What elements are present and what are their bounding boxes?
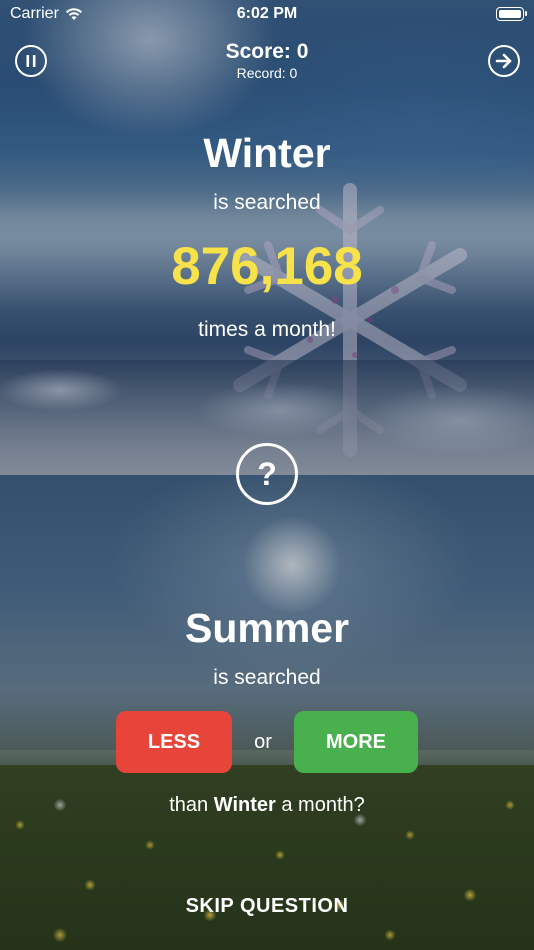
month-text: a month? — [281, 794, 365, 816]
known-searched-text: is searched — [213, 191, 321, 214]
known-term: Winter — [203, 130, 331, 176]
known-suffix: times a month! — [198, 318, 336, 341]
more-button-label: MORE — [326, 730, 386, 753]
status-bar: Carrier 6:02 PM — [0, 0, 534, 30]
compare-term: Winter — [213, 794, 276, 816]
question-mark: ? — [257, 455, 277, 492]
question-icon: ? — [236, 443, 298, 505]
next-button[interactable] — [488, 45, 520, 77]
less-button[interactable]: LESS — [116, 711, 232, 773]
battery-icon — [496, 7, 527, 21]
known-volume: 876,168 — [171, 237, 363, 296]
guess-term: Summer — [184, 605, 350, 651]
guess-searched-text: is searched — [213, 666, 321, 689]
skip-question-button[interactable]: SKIP QUESTION — [0, 895, 534, 918]
choice-row: LESS or MORE — [0, 711, 534, 773]
score-label: Score: 0 — [225, 40, 309, 63]
compare-line: than Winter a month? — [0, 794, 534, 817]
status-time: 6:02 PM — [236, 5, 298, 22]
record-label: Record: 0 — [236, 65, 298, 81]
game-screen: Carrier 6:02 PM Score: 0 Record: 0 Winte… — [0, 0, 534, 950]
or-label: or — [254, 730, 272, 753]
score-block: Score: 0 Record: 0 — [0, 40, 534, 82]
arrow-right-icon — [495, 53, 512, 69]
more-button[interactable]: MORE — [294, 711, 418, 773]
than-text: than — [169, 794, 209, 816]
less-button-label: LESS — [147, 730, 201, 753]
